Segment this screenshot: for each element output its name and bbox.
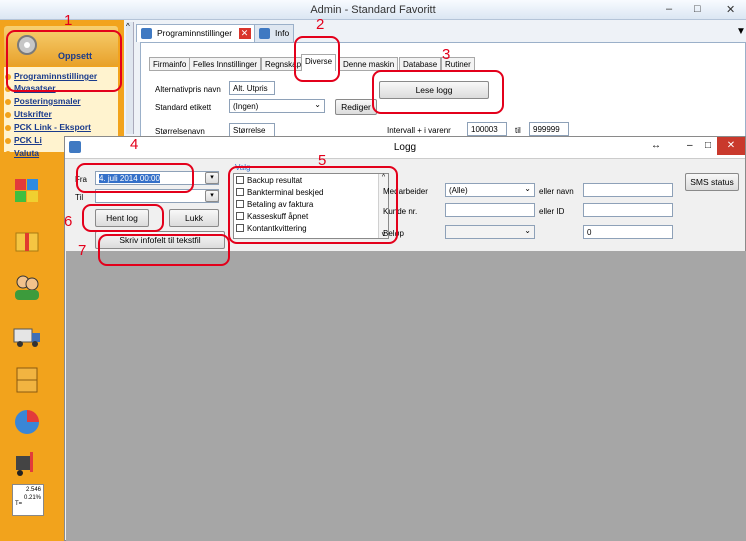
close-tab-icon[interactable]: ✕ [238,28,251,39]
window-title: Admin - Standard Favoritt [310,4,436,16]
log-window: Logg ↔ – □ ✕ Fra 4. juli 2014 00:00 ▾ Ti… [64,136,746,541]
close-button[interactable]: ✕ [726,3,735,16]
subtab-firmainfo[interactable]: Firmainfo [149,57,191,71]
bullet-icon [5,99,11,105]
annotation-box-2 [294,36,340,82]
log-grid[interactable] [66,251,746,541]
calc-line-1: 2.546 [25,487,41,493]
bullet-icon [5,125,11,131]
calendar-dropdown-icon[interactable]: ▾ [205,190,219,202]
users-icon[interactable] [12,272,42,302]
til-label: til [515,126,521,135]
annotation-number-3: 3 [442,46,451,63]
log-close-button[interactable]: ✕ [717,137,745,155]
etikett-label: Standard etikett [155,103,212,112]
sidebar-item-pck-li[interactable]: PCK Li [14,135,42,145]
annotation-number-5: 5 [318,152,327,169]
subtab-database[interactable]: Database [399,57,442,71]
eller-navn-label: eller navn [539,187,574,196]
bullet-icon [5,151,11,157]
annotation-number-1: 1 [64,12,73,29]
annotation-number-4: 4 [130,136,139,153]
navn-input[interactable] [583,183,673,197]
chart-icon[interactable] [12,407,42,437]
annotation-number-7: 7 [78,242,87,259]
eller-id-label: eller ID [539,207,565,216]
etikett-select[interactable]: (Ingen) ⌄ [229,99,325,113]
sms-status-button[interactable]: SMS status [685,173,739,191]
info-tab-icon [259,28,270,39]
log-title: Logg [393,142,417,153]
intervall-to-input[interactable]: 999999 [529,122,569,136]
forklift-icon[interactable] [12,448,42,478]
subtab-denne-maskin[interactable]: Denne maskin [339,57,399,71]
log-title-bar: Logg ↔ – □ ✕ [65,137,745,159]
storrelse-input[interactable]: Størrelse [229,123,275,137]
belop-operator-select[interactable]: ⌄ [445,225,535,239]
chevron-down-icon: ⌄ [524,184,531,193]
tab-info[interactable]: Info [254,24,295,42]
belop-input[interactable]: 0 [583,225,673,239]
tab-programinnstillinger[interactable]: Programinnstillinger ✕ [136,24,256,42]
altpris-input[interactable]: Alt. Utpris [229,81,275,95]
sidebar-item-pck-link-eksport[interactable]: PCK Link - Eksport [14,122,91,132]
minimize-button[interactable]: – [666,3,672,15]
lukk-button[interactable]: Lukk [169,209,219,227]
title-bar: Admin - Standard Favoritt – □ ✕ [0,0,746,20]
resize-icon: ↔ [651,140,661,151]
calc-line-3: T= [15,501,23,507]
tab-menu-icon[interactable]: ▼ [736,26,746,37]
collapse-arrow-icon[interactable]: ^ [126,22,134,134]
annotation-number-6: 6 [64,213,73,230]
id-input[interactable] [583,203,673,217]
settings-tab-icon [141,28,152,39]
annotation-box-7 [98,234,230,266]
bullet-icon [5,112,11,118]
calculator-icon[interactable]: 2.546 0.21% T= [12,484,44,516]
annotation-box-6 [82,204,164,232]
tab-label: Programinnstillinger [157,28,233,38]
subtab-felles-innstillinger[interactable]: Felles Innstillinger [189,57,262,71]
etikett-value: (Ingen) [233,102,259,111]
kunde-input[interactable] [445,203,535,217]
storrelse-label: Størrelsenavn [155,127,205,136]
box-icon[interactable] [12,225,42,255]
sidebar-item-valuta[interactable]: Valuta [14,148,39,158]
annotation-box-3 [372,70,504,114]
annotation-box-5 [228,166,398,244]
rediger-button[interactable]: Rediger [335,99,377,115]
tab-label: Info [275,28,290,38]
annotation-box-4 [76,163,194,193]
til-date-label: Til [75,193,84,202]
sidebar-item-utskrifter[interactable]: Utskrifter [14,109,52,119]
chevron-down-icon: ⌄ [314,100,321,109]
intervall-label: Intervall + i varenr [387,126,451,135]
calendar-dropdown-icon[interactable]: ▾ [205,172,219,184]
intervall-from-input[interactable]: 100003 [467,122,507,136]
maximize-button[interactable]: □ [705,140,711,151]
minimize-button[interactable]: – [687,140,693,151]
chevron-down-icon: ⌄ [524,226,531,235]
altpris-label: Alternativpris navn [155,85,221,94]
medarbeider-value: (Alle) [449,186,468,195]
annotation-number-2: 2 [316,16,325,33]
puzzle-icon[interactable] [12,176,42,206]
bullet-icon [5,138,11,144]
document-tabs: Programinnstillinger ✕ Info ▼ [136,24,746,42]
medarbeider-select[interactable]: (Alle) ⌄ [445,183,535,197]
truck-icon[interactable] [12,320,42,350]
cabinet-icon[interactable] [12,365,42,395]
maximize-button[interactable]: □ [694,3,701,15]
annotation-box-1 [6,30,122,92]
sidebar-item-posteringsmaler[interactable]: Posteringsmaler [14,96,81,106]
